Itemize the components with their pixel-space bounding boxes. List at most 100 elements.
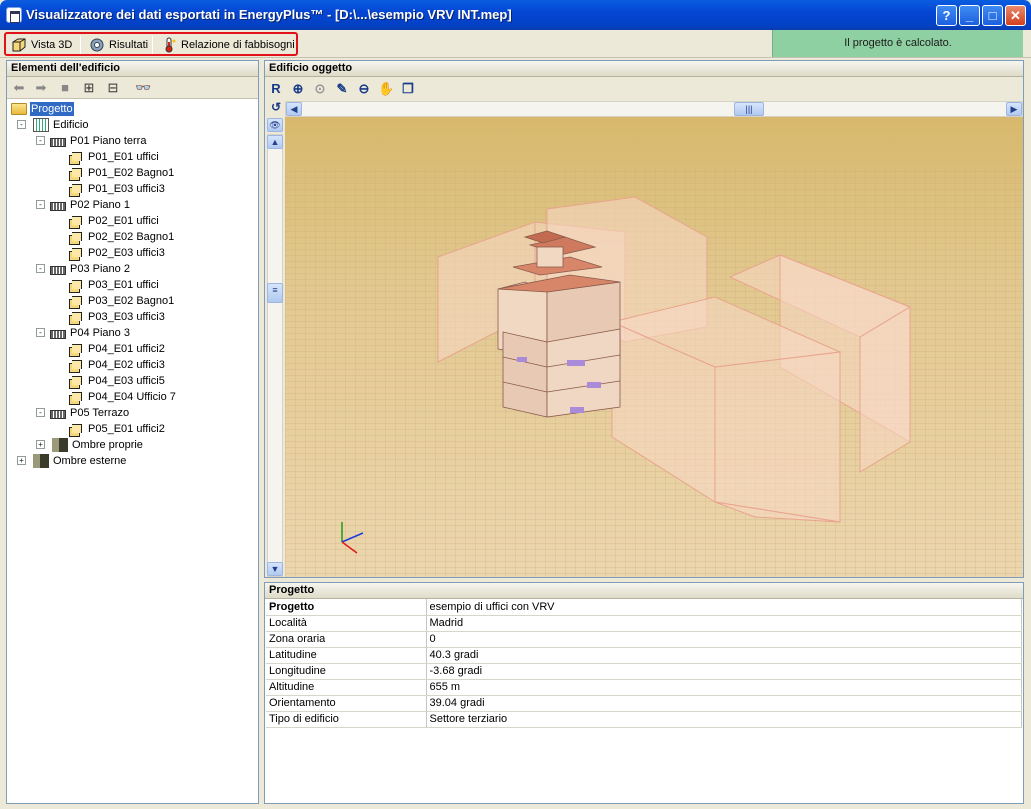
collapse-all-icon[interactable]: ⊟ (105, 81, 121, 95)
tree-node-zone[interactable]: P01_E01 uffici (68, 149, 160, 165)
tree-node-label: P03_E01 uffici (88, 279, 159, 291)
building-tree[interactable]: Progetto Edificio - P01 Piano terra - P01_E01… (7, 99, 258, 473)
back-arrow-icon[interactable]: ⬅ (11, 81, 27, 95)
collapse-toggle-icon[interactable]: - (36, 200, 45, 209)
tree-node-progetto[interactable]: Progetto (11, 101, 75, 117)
info-row: Località Madrid (266, 615, 1022, 632)
floor-icon (50, 201, 66, 211)
scroll-v-thumb[interactable]: ≡ (267, 283, 283, 303)
zone-cube-icon (68, 343, 84, 357)
copy-view-icon[interactable]: ❐ (400, 81, 416, 97)
zone-cube-icon (68, 151, 84, 165)
floor-icon (50, 329, 66, 339)
collapse-toggle-icon[interactable]: - (36, 328, 45, 337)
collapse-toggle-icon[interactable]: - (36, 408, 45, 417)
tree-node-label: P02_E03 uffici3 (88, 247, 165, 259)
project-info-panel: Progetto Progetto esempio di uffici con V… (264, 582, 1024, 804)
tree-node-label: P03_E03 uffici3 (88, 311, 165, 323)
relazione-label: Relazione di fabbisogni (181, 39, 295, 51)
view-panel-header: Edificio oggetto (265, 61, 1023, 77)
info-key: Progetto (266, 599, 427, 616)
tree-node-floor[interactable]: P04 Piano 3 (50, 325, 131, 341)
tree-node-zone[interactable]: P05_E01 uffici2 (68, 421, 166, 437)
scroll-down-button[interactable]: ▼ (267, 562, 283, 576)
zoom-previous-icon[interactable]: ⊙ (312, 81, 328, 97)
title-bar[interactable]: Visualizzatore dei dati esportati in Ene… (0, 0, 1031, 30)
tree-node-zone[interactable]: P03_E03 uffici3 (68, 309, 166, 325)
rotate-view-icon[interactable]: R (268, 81, 284, 97)
tree-node-ombre-esterne[interactable]: Ombre esterne (31, 453, 127, 469)
tree-node-zone[interactable]: P04_E04 Ufficio 7 (68, 389, 177, 405)
zone-cube-icon (68, 215, 84, 229)
view-3d-panel: Edificio oggetto R ⊕ ⊙ ✎ ⊖ ✋ ❐ ↺ ◀ ||| ▶… (264, 60, 1024, 578)
tree-node-label: Ombre proprie (72, 439, 143, 451)
scroll-h-thumb[interactable]: ||| (734, 102, 764, 116)
tree-node-zone[interactable]: P02_E01 uffici (68, 213, 160, 229)
scroll-right-button[interactable]: ▶ (1006, 102, 1022, 116)
expand-toggle-icon[interactable]: + (17, 456, 26, 465)
camera-view-icon[interactable]: 👁 (267, 118, 283, 132)
tree-node-edificio[interactable]: Edificio (31, 117, 89, 133)
tree-node-zone[interactable]: P01_E02 Bagno1 (68, 165, 175, 181)
tree-node-ombre-proprie[interactable]: Ombre proprie (50, 437, 144, 453)
scroll-up-button[interactable]: ▲ (267, 135, 283, 149)
relazione-button[interactable]: Relazione di fabbisogni (158, 36, 298, 54)
minimize-button[interactable]: _ (959, 5, 980, 26)
tree-node-zone[interactable]: P04_E01 uffici2 (68, 341, 166, 357)
info-row: Tipo di edificio Settore terziario (266, 711, 1022, 728)
folder-icon (11, 103, 27, 115)
project-info-table: Progetto esempio di uffici con VRV Localit… (266, 599, 1022, 728)
tree-node-zone[interactable]: P03_E02 Bagno1 (68, 293, 175, 309)
pan-hand-icon[interactable]: ✋ (378, 81, 394, 97)
info-key: Latitudine (266, 647, 427, 664)
zoom-out-icon[interactable]: ⊖ (356, 81, 372, 97)
info-key: Orientamento (266, 695, 427, 712)
collapse-toggle-icon[interactable]: - (36, 136, 45, 145)
pencil-icon[interactable]: ✎ (334, 81, 350, 97)
zone-cube-icon (68, 279, 84, 293)
tree-node-floor[interactable]: P05 Terrazo (50, 405, 130, 421)
vista-3d-button[interactable]: Vista 3D (8, 36, 75, 54)
risultati-label: Risultati (109, 39, 149, 51)
zoom-window-icon[interactable]: ⊕ (290, 81, 306, 97)
folder-up-icon[interactable]: ■ (57, 81, 73, 95)
toolbar-separator (80, 36, 81, 54)
tree-node-label: Progetto (29, 101, 75, 117)
horizontal-scrollbar[interactable]: ◀ ||| ▶ (285, 101, 1023, 117)
info-value: Settore terziario (426, 711, 1022, 728)
info-row: Longitudine -3.68 gradi (266, 663, 1022, 680)
undo-view-icon[interactable]: ↺ (268, 99, 284, 115)
tree-node-zone[interactable]: P04_E03 uffici5 (68, 373, 166, 389)
collapse-toggle-icon[interactable]: - (17, 120, 26, 129)
expand-all-icon[interactable]: ⊞ (81, 81, 97, 95)
building-3d-scene[interactable] (285, 117, 1023, 577)
floor-icon (50, 409, 66, 419)
forward-arrow-icon[interactable]: ➡ (33, 81, 49, 95)
cube-icon (12, 38, 26, 52)
info-value: 0 (426, 631, 1022, 648)
tree-node-floor[interactable]: P02 Piano 1 (50, 197, 131, 213)
tree-node-floor[interactable]: P01 Piano terra (50, 133, 147, 149)
tree-node-floor[interactable]: P03 Piano 2 (50, 261, 131, 277)
collapse-toggle-icon[interactable]: - (36, 264, 45, 273)
tree-node-zone[interactable]: P02_E03 uffici3 (68, 245, 166, 261)
close-button[interactable]: ✕ (1005, 5, 1026, 26)
maximize-button[interactable]: □ (982, 5, 1003, 26)
toolbar-highlight-group: Vista 3D Risultati Relazione di fabbisog… (4, 32, 298, 56)
expand-toggle-icon[interactable]: + (36, 440, 45, 449)
zone-cube-icon (68, 247, 84, 261)
vertical-scrollbar[interactable]: ▲ ≡ ▼ (267, 134, 283, 577)
tree-node-zone[interactable]: P02_E02 Bagno1 (68, 229, 175, 245)
floor-icon (50, 137, 66, 147)
scroll-left-button[interactable]: ◀ (286, 102, 302, 116)
binoculars-icon[interactable]: 👓 (135, 81, 151, 95)
info-row: Altitudine 655 m (266, 679, 1022, 696)
app-icon[interactable] (6, 7, 22, 23)
help-button[interactable]: ? (936, 5, 957, 26)
tree-node-zone[interactable]: P04_E02 uffici3 (68, 357, 166, 373)
tree-node-zone[interactable]: P03_E01 uffici (68, 277, 160, 293)
risultati-button[interactable]: Risultati (86, 36, 151, 54)
project-info-header: Progetto (265, 583, 1023, 599)
tree-node-label: P04_E01 uffici2 (88, 343, 165, 355)
tree-node-zone[interactable]: P01_E03 uffici3 (68, 181, 166, 197)
